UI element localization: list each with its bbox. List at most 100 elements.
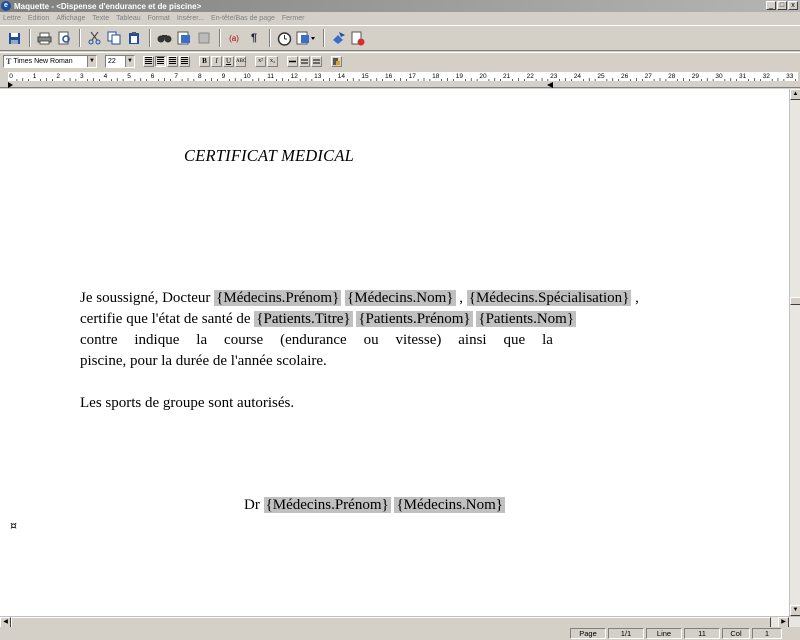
maximize-button[interactable]: □: [777, 1, 787, 10]
menu-format[interactable]: Format: [148, 15, 170, 22]
window-title: Maquette - <Dispense d'endurance et de p…: [14, 1, 202, 11]
field-medecin-specialisation[interactable]: {Médecins.Spécialisation}: [466, 290, 632, 306]
menu-texte[interactable]: Texte: [92, 15, 109, 22]
font-select[interactable]: T Times New Roman ▼: [3, 54, 97, 68]
underline-button[interactable]: U: [223, 55, 234, 67]
bold-button[interactable]: B: [199, 55, 210, 67]
scroll-up-button[interactable]: ▲: [790, 89, 800, 100]
document-title: CERTIFICAT MEDICAL: [184, 146, 354, 165]
font-size-select[interactable]: 22 ▼: [105, 54, 135, 68]
vertical-scrollbar[interactable]: ▲ ▼: [789, 89, 800, 616]
toolbar-separator: [149, 29, 151, 47]
justify-button[interactable]: [179, 55, 190, 67]
copy-icon[interactable]: [105, 29, 123, 47]
ruler-label: 33: [786, 73, 794, 80]
word: vitesse): [395, 332, 442, 348]
right-indent-marker[interactable]: [547, 82, 553, 88]
field-patient-prenom[interactable]: {Patients.Prénom}: [356, 311, 473, 327]
ruler-label: 25: [597, 73, 605, 80]
insert-object-icon[interactable]: [195, 29, 213, 47]
menu-tableau[interactable]: Tableau: [116, 15, 141, 22]
document-page[interactable]: CERTIFICAT MEDICAL Je soussigné, Docteur…: [0, 89, 789, 616]
ruler-label: 27: [645, 73, 653, 80]
italic-button[interactable]: I: [211, 55, 222, 67]
ruler-label: 10: [243, 73, 251, 80]
field-signature-nom[interactable]: {Médecins.Nom}: [394, 497, 505, 513]
subscript-button[interactable]: x₂: [267, 55, 278, 67]
ruler: 0 1 2 3 4 5 6 7 8 9 10 11 12 13 14 15 16 17 18 19 20 21 22 23 24…: [0, 70, 800, 88]
ruler-label: 16: [385, 73, 393, 80]
insert-image-icon[interactable]: [175, 29, 193, 47]
close-button[interactable]: x: [788, 1, 798, 10]
strikethrough-button[interactable]: ABC: [235, 55, 246, 67]
save-icon[interactable]: [5, 29, 23, 47]
ruler-label: 9: [222, 73, 226, 80]
horizontal-scrollbar[interactable]: ◀ ▶: [0, 616, 800, 628]
pilcrow-icon[interactable]: ¶: [245, 29, 263, 47]
paragraph-line-4: piscine, pour la durée de l'année scolai…: [80, 353, 327, 369]
find-icon[interactable]: [155, 29, 173, 47]
menu-lettre[interactable]: Lettre: [3, 15, 21, 22]
border-top-button[interactable]: [287, 55, 298, 67]
chevron-down-icon[interactable]: ▼: [87, 55, 96, 67]
ruler-label: 2: [56, 73, 60, 80]
ruler-label: 0: [9, 73, 13, 80]
text-run: ,: [455, 290, 467, 306]
menu-edition[interactable]: Edition: [28, 15, 49, 22]
border-middle-button[interactable]: [299, 55, 310, 67]
status-line-value: 11: [684, 628, 720, 639]
status-col-value: 1: [752, 628, 782, 639]
align-left-icon: [145, 56, 152, 64]
print-icon[interactable]: [35, 29, 53, 47]
print-preview-icon[interactable]: [55, 29, 73, 47]
field-medecin-prenom[interactable]: {Médecins.Prénom}: [214, 290, 342, 306]
field-icon[interactable]: (a): [225, 29, 243, 47]
ruler-label: 20: [479, 73, 487, 80]
superscript-button[interactable]: x²: [255, 55, 266, 67]
toolbar-separator: [79, 29, 81, 47]
ruler-label: 21: [503, 73, 511, 80]
ruler-scale: 0 1 2 3 4 5 6 7 8 9 10 11 12 13 14 15 16 17 18 19 20 21 22 23 24…: [8, 72, 798, 88]
export-icon[interactable]: [329, 29, 347, 47]
border-bottom-button[interactable]: [311, 55, 322, 67]
word: que: [503, 332, 526, 348]
align-left-button[interactable]: [143, 55, 154, 67]
ruler-label: 14: [338, 73, 346, 80]
toolbar-separator: [323, 29, 325, 47]
status-page-label: Page: [570, 628, 606, 639]
status-line-label: Line: [646, 628, 682, 639]
field-medecin-nom[interactable]: {Médecins.Nom}: [345, 290, 456, 306]
word: la: [542, 332, 553, 348]
styles-icon[interactable]: [295, 29, 317, 47]
menu-fermer[interactable]: Fermer: [282, 15, 305, 22]
ruler-label: 30: [715, 73, 723, 80]
field-signature-prenom[interactable]: {Médecins.Prénom}: [263, 497, 391, 513]
ruler-label: 3: [80, 73, 84, 80]
align-center-icon: [157, 56, 164, 64]
close-document-icon[interactable]: [349, 29, 367, 47]
date-time-icon[interactable]: [275, 29, 293, 47]
scroll-down-button[interactable]: ▼: [790, 605, 800, 616]
word: (endurance: [280, 332, 347, 348]
align-right-button[interactable]: [167, 55, 178, 67]
align-center-button[interactable]: [155, 55, 166, 67]
menu-affichage[interactable]: Affichage: [56, 15, 85, 22]
paragraph-style-button[interactable]: [331, 55, 342, 67]
cut-icon[interactable]: [85, 29, 103, 47]
field-patient-titre[interactable]: {Patients.Titre}: [254, 311, 353, 327]
menu-entete[interactable]: En-tête/Bas de page: [211, 15, 275, 22]
font-size-value: 22: [108, 57, 116, 65]
text-run: Je soussigné, Docteur: [80, 290, 215, 306]
paste-icon[interactable]: [125, 29, 143, 47]
paragraph-line-5: Les sports de groupe sont autorisés.: [80, 395, 295, 411]
chevron-down-icon[interactable]: ▼: [125, 55, 134, 67]
word: ainsi: [458, 332, 487, 348]
left-indent-marker[interactable]: [8, 82, 13, 88]
field-patient-nom[interactable]: {Patients.Nom}: [476, 311, 577, 327]
minimize-button[interactable]: _: [766, 1, 776, 10]
format-toolbar: T Times New Roman ▼ 22 ▼ B I U ABC x² x₂: [0, 52, 800, 69]
vertical-scroll-thumb[interactable]: [790, 297, 800, 305]
menu-inserer[interactable]: Insérer...: [177, 15, 204, 22]
ruler-label: 22: [527, 73, 535, 80]
end-of-document-marker: ¤: [10, 519, 17, 532]
